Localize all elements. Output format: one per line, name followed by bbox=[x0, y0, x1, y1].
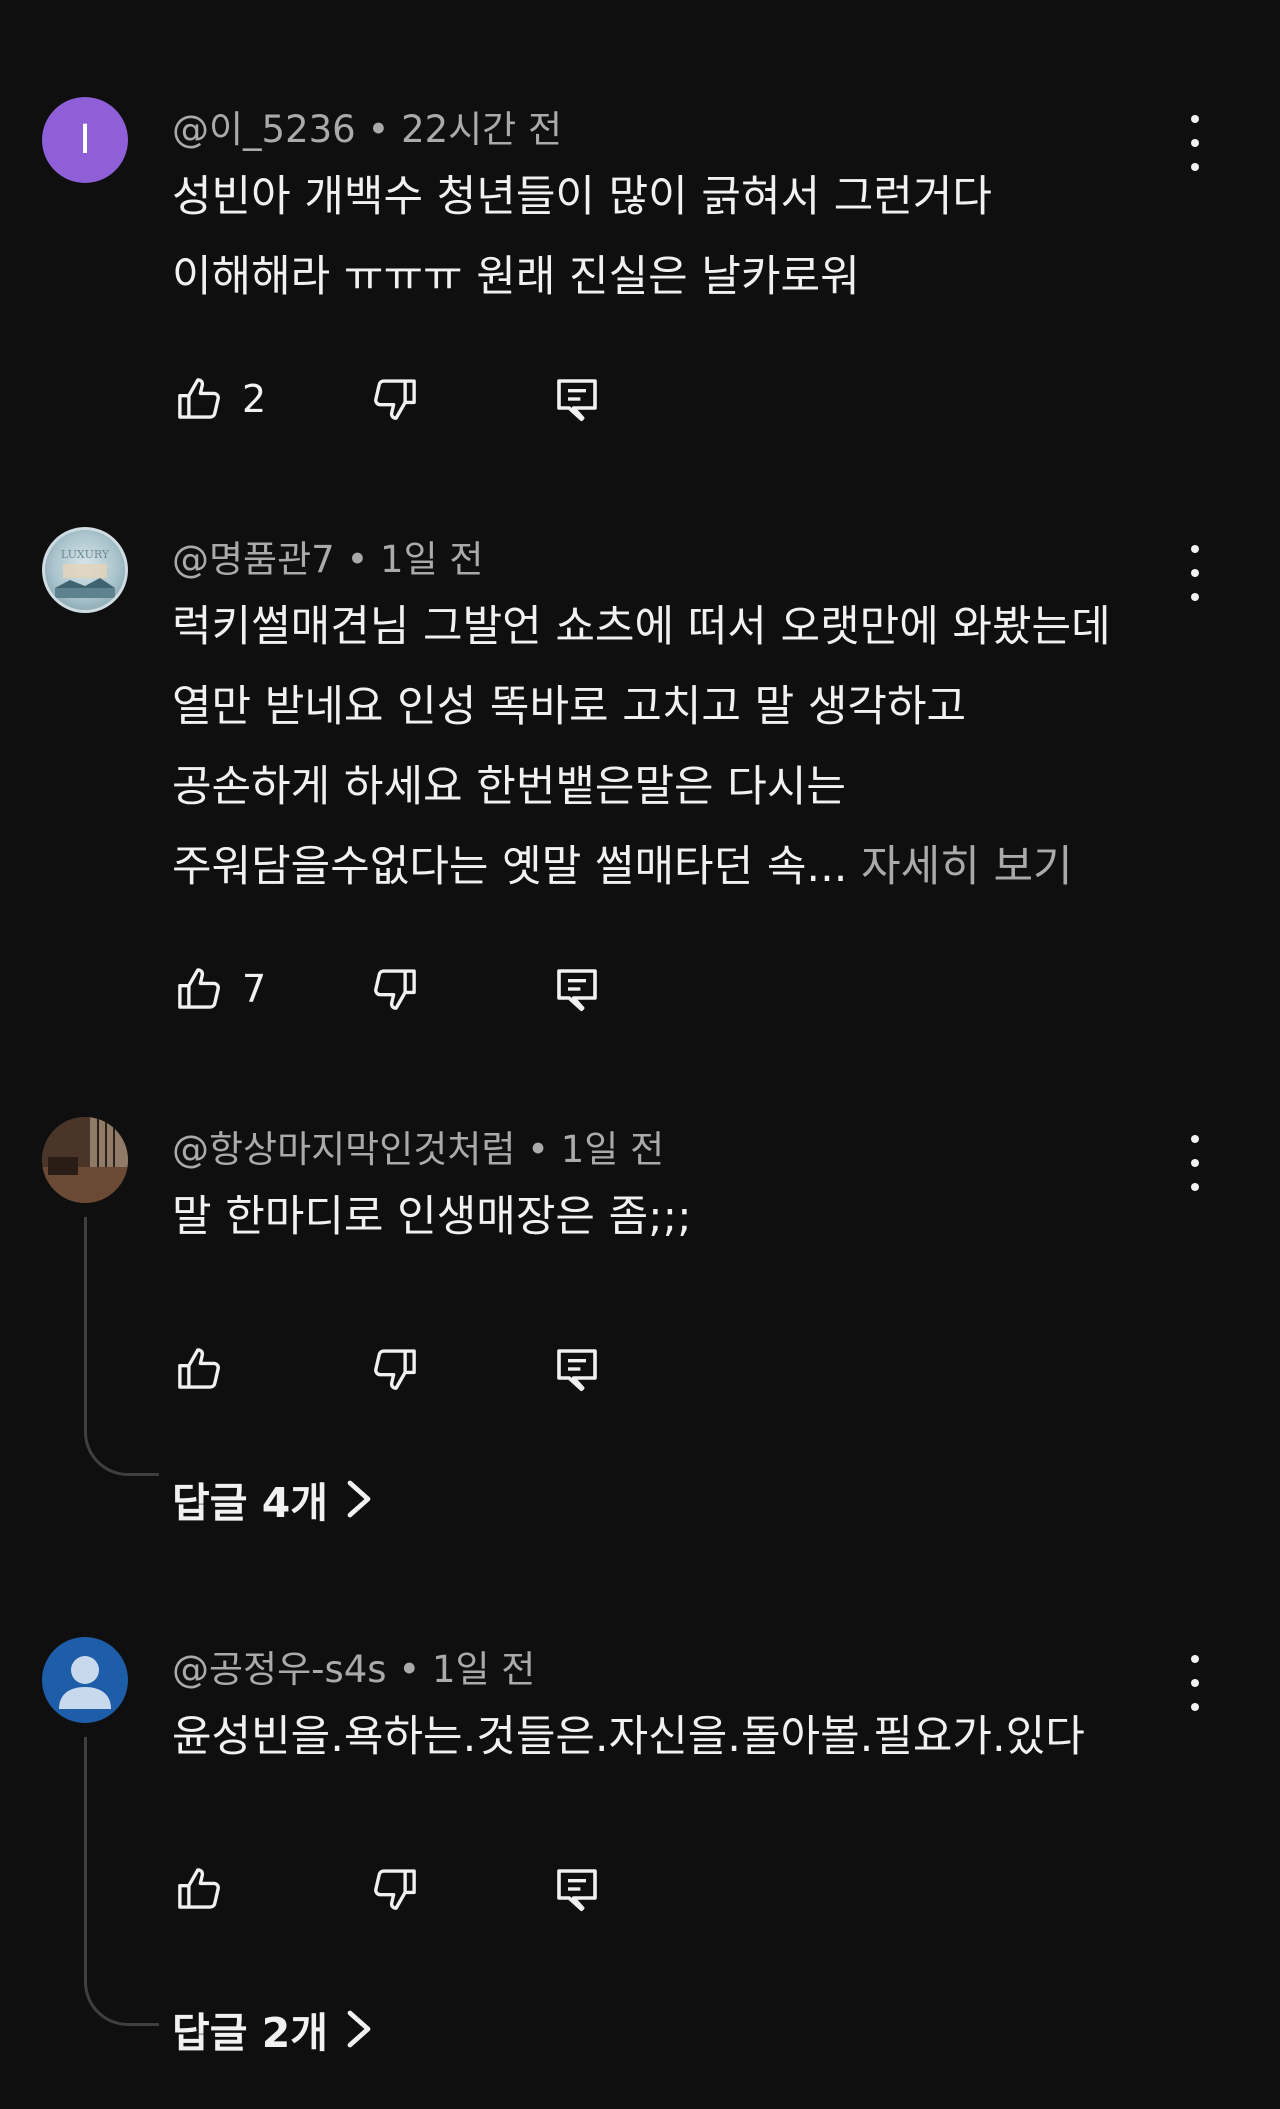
comment-time: 1일 전 bbox=[380, 538, 484, 581]
comment-text-line: 열만 받네요 인성 똑바로 고치고 말 생각하고 bbox=[172, 682, 967, 732]
comment-author[interactable]: @이_5236 bbox=[172, 108, 356, 151]
replies-count-label: 답글 2개 bbox=[172, 2009, 328, 2057]
like-count: 7 bbox=[242, 967, 267, 1011]
dislike-button[interactable] bbox=[368, 1859, 422, 1919]
avatar[interactable] bbox=[42, 1117, 128, 1203]
reply-button[interactable] bbox=[550, 1339, 604, 1399]
comment-time: 1일 전 bbox=[431, 1648, 536, 1691]
comment-actions bbox=[172, 1339, 612, 1399]
comment-author[interactable]: @항상마지막인것처럼 bbox=[172, 1128, 515, 1171]
comment-text-line: 성빈아 개백수 청년들이 많이 긁혀서 그런거다 bbox=[172, 172, 992, 222]
thumbs-down-icon bbox=[368, 372, 422, 426]
dislike-button[interactable] bbox=[368, 1339, 422, 1399]
comment-actions: 2 bbox=[172, 369, 612, 429]
comment-meta: @공정우-s4s • 1일 전 bbox=[172, 1639, 535, 1693]
thread-line bbox=[84, 1737, 159, 2026]
like-button[interactable]: 2 bbox=[172, 369, 266, 429]
comment-meta: @항상마지막인것처럼 • 1일 전 bbox=[172, 1119, 664, 1173]
comment-reply-icon bbox=[550, 372, 604, 426]
like-button[interactable] bbox=[172, 1339, 242, 1399]
avatar[interactable]: LUXURY bbox=[42, 527, 128, 613]
reply-button[interactable] bbox=[550, 1859, 604, 1919]
meta-separator: • bbox=[527, 1128, 549, 1171]
comment-meta: @이_5236 • 22시간 전 bbox=[172, 99, 562, 153]
chevron-right-icon bbox=[346, 1479, 372, 1519]
meta-separator: • bbox=[367, 108, 390, 151]
meta-separator: • bbox=[346, 538, 369, 581]
comment-item: @항상마지막인것처럼 • 1일 전 말 한마디로 인생매장은 좀;;; 답글 4… bbox=[0, 1117, 1280, 1557]
thumbs-up-icon bbox=[172, 372, 226, 426]
thumbs-up-icon bbox=[172, 1862, 226, 1916]
avatar-brand-text: LUXURY bbox=[61, 548, 110, 561]
thread-line bbox=[84, 1217, 159, 1476]
comment-text-line: 공손하게 하세요 한번뱉은말은 다시는 bbox=[172, 762, 846, 812]
comment-item: I @이_5236 • 22시간 전 성빈아 개백수 청년들이 많이 긁혀서 그… bbox=[0, 97, 1280, 437]
comment-reply-icon bbox=[550, 962, 604, 1016]
thumbs-down-icon bbox=[368, 1862, 422, 1916]
comment-actions: 7 bbox=[172, 959, 612, 1019]
comment-reply-icon bbox=[550, 1342, 604, 1396]
like-button[interactable] bbox=[172, 1859, 242, 1919]
chevron-right-icon bbox=[346, 2009, 372, 2049]
comment-actions bbox=[172, 1859, 612, 1919]
thumbs-down-icon bbox=[368, 1342, 422, 1396]
meta-separator: • bbox=[398, 1648, 421, 1691]
replies-count-label: 답글 4개 bbox=[172, 1479, 328, 1527]
avatar-image bbox=[42, 1117, 128, 1203]
comment-text: 말 한마디로 인생매장은 좀;;; bbox=[172, 1177, 1202, 1257]
reply-button[interactable] bbox=[550, 959, 604, 1019]
dislike-button[interactable] bbox=[368, 369, 422, 429]
avatar-image: LUXURY bbox=[55, 548, 115, 598]
default-user-icon bbox=[59, 1656, 111, 1709]
thumbs-down-icon bbox=[368, 962, 422, 1016]
dislike-button[interactable] bbox=[368, 959, 422, 1019]
comment-time: 1일 전 bbox=[560, 1128, 665, 1171]
comment-item: @공정우-s4s • 1일 전 윤성빈을.욕하는.것들은.자신을.돌아볼.필요가… bbox=[0, 1637, 1280, 2077]
comment-text: 럭키썰매견님 그발언 쇼츠에 떠서 오랫만에 와봤는데 열만 받네요 인성 똑바… bbox=[172, 587, 1202, 907]
comment-text: 윤성빈을.욕하는.것들은.자신을.돌아볼.필요가.있다 bbox=[172, 1697, 1202, 1777]
comment-text-line-last: 주워담을수없다는 옛말 썰매타던 속... 자세히 보기 bbox=[172, 827, 1202, 907]
comment-item: LUXURY @명품관7 • 1일 전 럭키썰매견님 그발언 쇼츠에 떠서 오랫… bbox=[0, 527, 1280, 1027]
comment-text-line: 말 한마디로 인생매장은 좀;;; bbox=[172, 1192, 692, 1242]
comment-author[interactable]: @명품관7 bbox=[172, 538, 335, 581]
comment-text: 성빈아 개백수 청년들이 많이 긁혀서 그런거다 이해해라 ㅠㅠㅠ 원래 진실은… bbox=[172, 157, 1202, 317]
view-replies-button[interactable]: 답글 4개 bbox=[172, 1469, 372, 1529]
avatar-letter: I bbox=[79, 117, 91, 163]
comment-meta: @명품관7 • 1일 전 bbox=[172, 529, 483, 583]
thumbs-up-icon bbox=[172, 962, 226, 1016]
comment-text-truncated: 주워담을수없다는 옛말 썰매타던 속... bbox=[172, 842, 848, 892]
like-button[interactable]: 7 bbox=[172, 959, 266, 1019]
reply-button[interactable] bbox=[550, 369, 604, 429]
avatar[interactable] bbox=[42, 1637, 128, 1723]
avatar[interactable]: I bbox=[42, 97, 128, 183]
comment-text-line: 이해해라 ㅠㅠㅠ 원래 진실은 날카로워 bbox=[172, 252, 860, 302]
comment-reply-icon bbox=[550, 1862, 604, 1916]
comment-author[interactable]: @공정우-s4s bbox=[172, 1648, 387, 1691]
comment-text-line: 윤성빈을.욕하는.것들은.자신을.돌아볼.필요가.있다 bbox=[172, 1712, 1085, 1762]
comment-time: 22시간 전 bbox=[401, 108, 563, 151]
like-count: 2 bbox=[242, 377, 267, 421]
thumbs-up-icon bbox=[172, 1342, 226, 1396]
comment-text-line: 럭키썰매견님 그발언 쇼츠에 떠서 오랫만에 와봤는데 bbox=[172, 602, 1111, 652]
view-replies-button[interactable]: 답글 2개 bbox=[172, 1999, 372, 2059]
read-more-link[interactable]: 자세히 보기 bbox=[861, 842, 1072, 892]
